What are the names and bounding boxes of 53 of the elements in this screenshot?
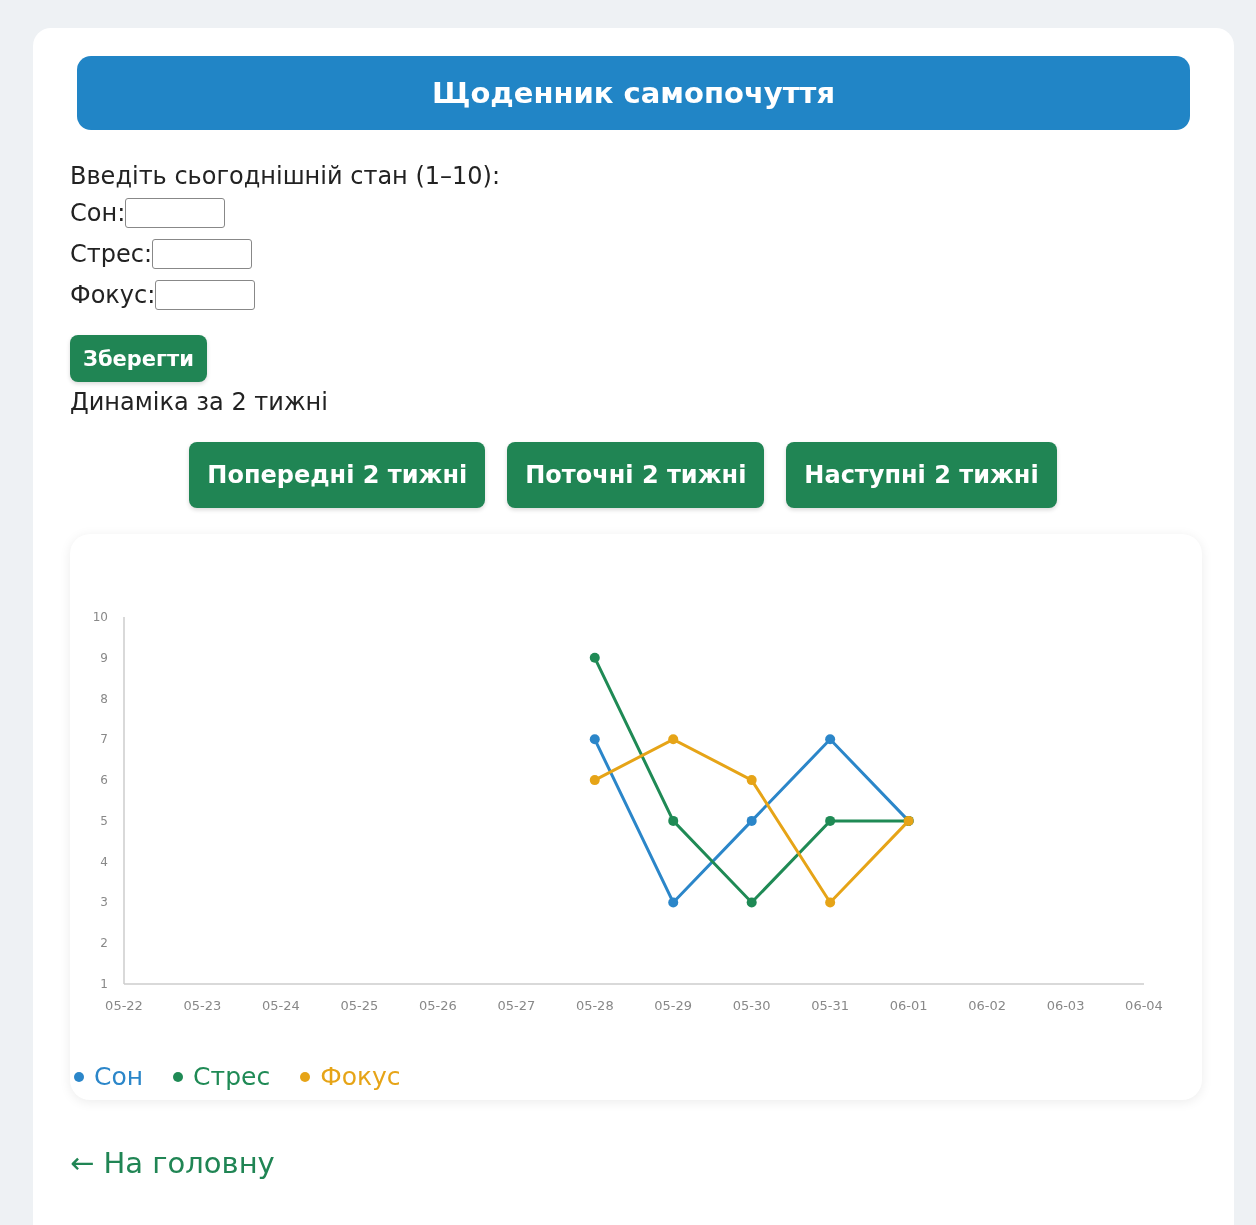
point <box>746 815 757 826</box>
point <box>668 815 679 826</box>
point <box>668 897 679 908</box>
point <box>825 815 836 826</box>
point <box>589 775 600 786</box>
period-button[interactable]: Попередні 2 тижні <box>189 442 486 508</box>
x-tick-label: 05-28 <box>575 998 614 1013</box>
input-field[interactable] <box>155 279 256 310</box>
point <box>825 897 836 908</box>
y-tick-label: 7 <box>100 732 108 747</box>
section-title: Динаміка за 2 тижні <box>70 388 329 416</box>
y-tick-label: 2 <box>100 936 108 951</box>
back-link[interactable]: ← На головну <box>70 1146 275 1180</box>
x-tick-label: 05-29 <box>654 998 693 1013</box>
field-label: Сон: <box>70 198 126 227</box>
x-tick-label: 06-01 <box>889 998 928 1013</box>
y-tick-label: 3 <box>100 895 108 910</box>
period-button[interactable]: Наступні 2 тижні <box>786 442 1057 508</box>
save-button[interactable]: Зберегти <box>70 335 207 382</box>
y-tick-label: 1 <box>100 977 108 991</box>
x-tick-label: 05-25 <box>340 998 379 1013</box>
y-tick-label: 4 <box>100 854 108 869</box>
x-tick-label: 06-03 <box>1046 998 1085 1013</box>
input-field[interactable] <box>125 197 226 228</box>
x-tick-label: 05-30 <box>732 998 771 1013</box>
point <box>746 897 757 908</box>
x-tick-label: 06-04 <box>1125 998 1163 1013</box>
x-tick-label: 05-27 <box>497 998 536 1013</box>
y-tick-label: 8 <box>100 691 108 706</box>
x-tick-label: 06-02 <box>968 998 1006 1013</box>
y-tick-label: 5 <box>100 813 108 828</box>
x-tick-label: 05-23 <box>183 998 222 1013</box>
input-field[interactable] <box>152 238 253 269</box>
y-tick-label: 6 <box>100 773 108 788</box>
point <box>589 652 600 663</box>
legend-item: Стрес <box>173 1062 271 1091</box>
point <box>589 734 600 745</box>
field-label: Стрес: <box>70 239 153 268</box>
period-button[interactable]: Поточні 2 тижні <box>507 442 765 508</box>
form-prompt: Введіть сьогоднішній стан (1–10): <box>70 161 502 192</box>
legend-item: Фокус <box>300 1062 401 1091</box>
x-tick-label: 05-22 <box>105 998 143 1013</box>
page-title: Щоденник самопочуття <box>432 76 835 110</box>
y-tick-label: 10 <box>92 610 108 624</box>
point <box>668 734 679 745</box>
x-tick-label: 05-26 <box>418 998 457 1013</box>
legend-item: Сон <box>74 1062 144 1091</box>
x-tick-label: 05-24 <box>262 998 300 1013</box>
point <box>746 775 757 786</box>
y-tick-label: 9 <box>100 650 108 665</box>
field-label: Фокус: <box>70 280 156 309</box>
point <box>825 734 836 745</box>
x-tick-label: 05-31 <box>811 998 850 1013</box>
